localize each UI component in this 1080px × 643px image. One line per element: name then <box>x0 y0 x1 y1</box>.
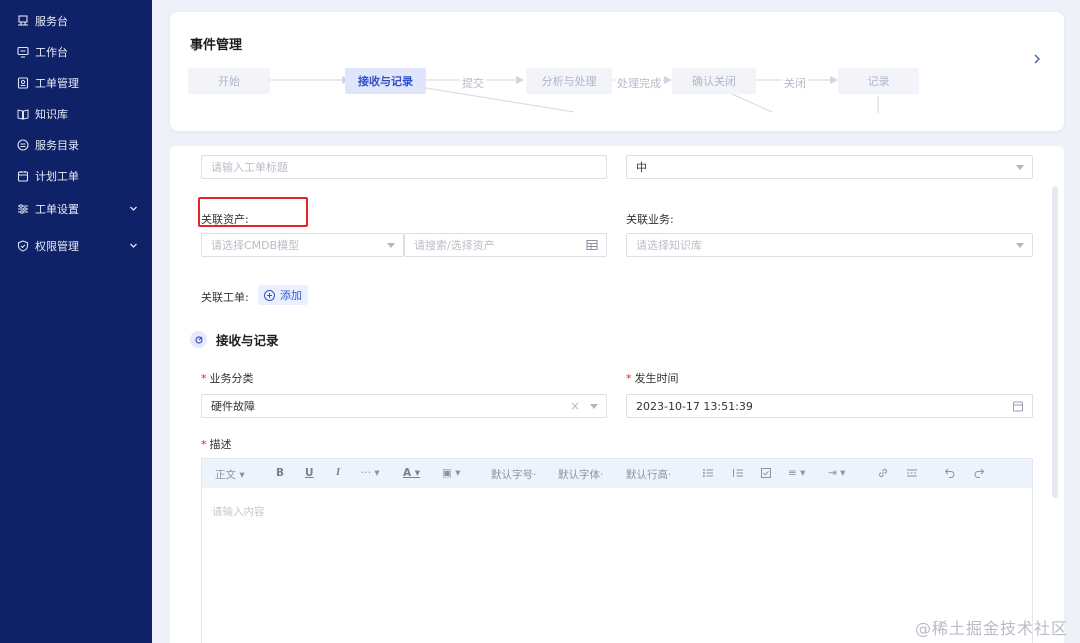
paragraph-style-dropdown[interactable]: 正文 ▾ <box>215 467 245 482</box>
highlight-color-dropdown[interactable]: ▣ ▾ <box>442 467 461 479</box>
sidebar-item-label: 权限管理 <box>35 240 79 253</box>
workflow-connectors <box>270 76 879 113</box>
calendar-icon <box>16 170 29 183</box>
cmdb-model-select[interactable]: 请选择CMDB模型 <box>201 233 404 257</box>
step-confirm-close[interactable]: 确认关闭 <box>672 68 756 94</box>
checklist-icon[interactable] <box>760 467 772 479</box>
sidebar-item-label: 服务目录 <box>35 139 79 152</box>
caret-down-icon <box>1016 165 1024 170</box>
sidebar-item-ticket-management[interactable]: 工单管理 <box>0 70 152 96</box>
ticket-form: 请输入工单标题 中 关联资产: 请选择CMDB模型 请搜索/选择资产 关联业务:… <box>170 146 1064 643</box>
indent-dropdown[interactable]: ⇥ ▾ <box>828 467 845 479</box>
related-asset-label: 关联资产: <box>201 213 249 226</box>
calendar-icon[interactable] <box>1012 400 1024 412</box>
sidebar-item-label: 工单设置 <box>35 203 79 216</box>
caret-down-icon <box>387 243 395 248</box>
ticket-icon <box>16 77 29 90</box>
related-business-label: 关联业务: <box>626 213 674 226</box>
plus-circle-icon <box>264 289 275 301</box>
step-analyze-process[interactable]: 分析与处理 <box>526 68 612 94</box>
workflow-card: 事件管理 开始 接收与记录 分析与处理 确认关闭 记录 提交 处理完成 关闭 <box>170 12 1064 131</box>
sidebar-item-service-catalog[interactable]: 服务目录 <box>0 132 152 158</box>
settings-sliders-icon <box>16 203 29 216</box>
occurrence-time-label: * 发生时间 <box>626 372 679 385</box>
workflow-title: 事件管理 <box>190 38 243 53</box>
ticket-title-input[interactable]: 请输入工单标题 <box>201 155 607 179</box>
clear-icon[interactable]: × <box>570 399 580 413</box>
step-receive-record[interactable]: 接收与记录 <box>345 68 426 94</box>
category-select[interactable]: 硬件故障 × <box>201 394 607 418</box>
more-formatting-dropdown[interactable]: ··· ▾ <box>361 467 380 479</box>
sidebar-item-label: 计划工单 <box>35 170 79 183</box>
description-label: * 描述 <box>201 438 232 451</box>
watermark: @稀土掘金技术社区 <box>914 619 1068 638</box>
link-icon[interactable] <box>877 467 889 479</box>
sidebar-item-label: 知识库 <box>35 108 68 121</box>
sidebar-item-label: 工作台 <box>35 46 68 59</box>
editor-toolbar: 正文 ▾ B U I ··· ▾ A ▾ ▣ ▾ 默认字号· 默认字体· 默认行… <box>202 459 1032 488</box>
undo-icon[interactable] <box>944 467 956 479</box>
underline-button[interactable]: U <box>305 467 314 479</box>
italic-button[interactable]: I <box>336 467 340 478</box>
font-size-dropdown[interactable]: 默认字号· <box>491 467 536 482</box>
main-content: 事件管理 开始 接收与记录 分析与处理 确认关闭 记录 提交 处理完成 关闭 请… <box>152 0 1080 643</box>
priority-select[interactable]: 中 <box>626 155 1033 179</box>
redo-icon[interactable] <box>973 467 985 479</box>
caret-down-icon <box>1016 243 1024 248</box>
font-family-dropdown[interactable]: 默认字体· <box>558 467 603 482</box>
numbered-list-icon[interactable] <box>732 467 744 479</box>
chevron-down-icon[interactable] <box>129 241 138 250</box>
occurrence-time-picker[interactable]: 2023-10-17 13:51:39 <box>626 394 1033 418</box>
editor-placeholder: 请输入内容 <box>212 506 265 518</box>
font-color-dropdown[interactable]: A ▾ <box>403 467 420 479</box>
line-height-dropdown[interactable]: 默认行高· <box>626 467 671 482</box>
bullet-list-icon[interactable] <box>702 467 714 479</box>
step-start[interactable]: 开始 <box>188 68 270 94</box>
sidebar-item-planned-tickets[interactable]: 计划工单 <box>0 163 152 189</box>
caret-down-icon <box>590 404 598 409</box>
sidebar-item-label: 工单管理 <box>35 77 79 90</box>
shield-icon <box>16 240 29 253</box>
sidebar-item-service-desk[interactable]: 服务台 <box>0 8 152 34</box>
desk-icon <box>16 15 29 28</box>
horizontal-rule-icon[interactable] <box>906 467 918 479</box>
sidebar-item-knowledge-base[interactable]: 知识库 <box>0 101 152 127</box>
related-ticket-label: 关联工单: <box>201 291 249 304</box>
bold-button[interactable]: B <box>276 467 284 479</box>
table-icon[interactable] <box>586 239 598 251</box>
transition-process-complete: 处理完成 <box>615 75 663 91</box>
rich-text-editor[interactable]: 正文 ▾ B U I ··· ▾ A ▾ ▣ ▾ 默认字号· 默认字体· 默认行… <box>201 458 1033 643</box>
chevron-right-icon[interactable] <box>1032 52 1042 66</box>
book-icon <box>16 108 29 121</box>
step-record[interactable]: 记录 <box>838 68 919 94</box>
add-related-ticket-button[interactable]: 添加 <box>258 285 308 305</box>
transition-submit: 提交 <box>460 75 486 91</box>
align-dropdown[interactable]: ≡ ▾ <box>788 467 805 479</box>
sidebar-item-label: 服务台 <box>35 15 68 28</box>
sidebar-item-ticket-settings[interactable]: 工单设置 <box>0 196 152 222</box>
category-label: * 业务分类 <box>201 372 254 385</box>
edit-icon <box>190 331 207 348</box>
business-select[interactable]: 请选择知识库 <box>626 233 1033 257</box>
asset-search-input[interactable]: 请搜索/选择资产 <box>404 233 607 257</box>
sidebar-item-workbench[interactable]: 工作台 <box>0 39 152 65</box>
catalog-icon <box>16 139 29 152</box>
section-title: 接收与记录 <box>190 330 279 349</box>
transition-close: 关闭 <box>782 75 808 91</box>
sidebar: 服务台 工作台 工单管理 知识库 服务目录 计划工单 工单设置 权限管理 <box>0 0 152 643</box>
scrollbar[interactable] <box>1052 186 1058 498</box>
chevron-down-icon[interactable] <box>129 204 138 213</box>
monitor-icon <box>16 46 29 59</box>
sidebar-item-permission-management[interactable]: 权限管理 <box>0 233 152 259</box>
